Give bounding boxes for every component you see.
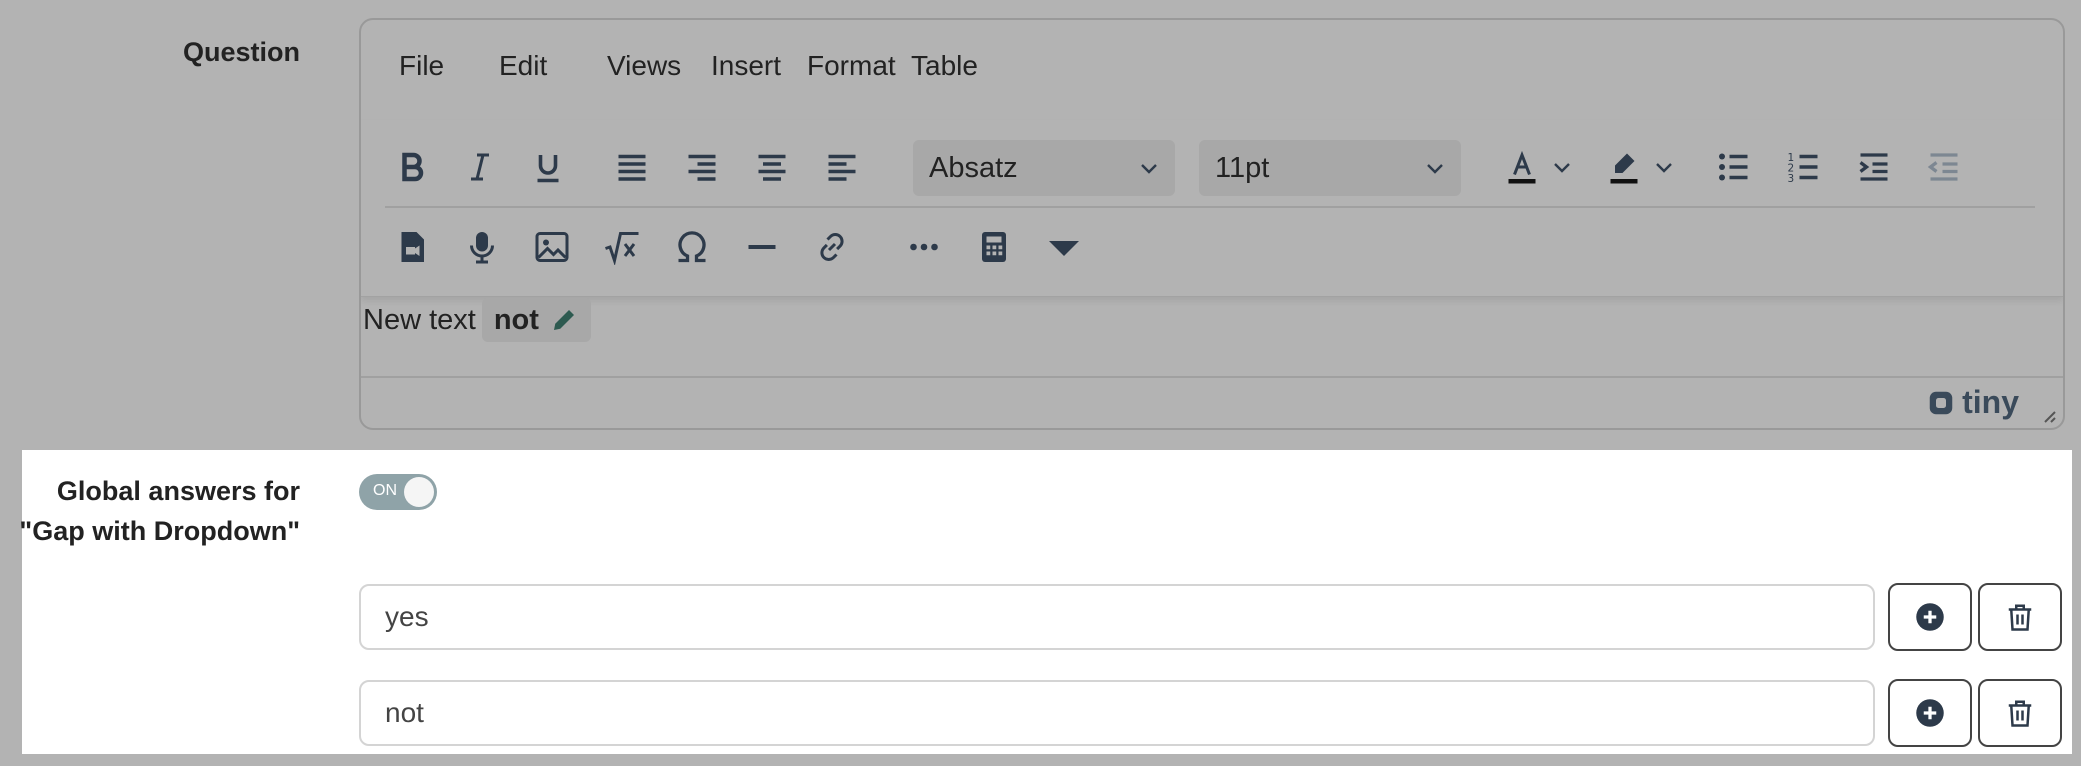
tiny-brand: tiny: [1962, 384, 2019, 420]
highlight-chevron-icon[interactable]: [1647, 140, 1681, 194]
align-justify-icon[interactable]: [605, 140, 659, 194]
editor-menubar: File Edit Views Insert Format Table: [361, 20, 2063, 120]
numbered-list-icon[interactable]: 123: [1777, 140, 1831, 194]
toggle-knob: [404, 477, 434, 507]
trash-icon: [2008, 700, 2032, 727]
toolbar-row-formatting: Absatz 11pt 123: [385, 120, 2035, 208]
block-format-value: Absatz: [929, 151, 1018, 184]
indent-icon[interactable]: [1847, 140, 1901, 194]
tiny-logo[interactable]: tiny: [1926, 384, 2019, 421]
underline-icon[interactable]: [521, 140, 575, 194]
omega-icon[interactable]: [665, 220, 719, 274]
font-size-value: 11pt: [1215, 151, 1270, 184]
answer-input-1[interactable]: [359, 584, 1875, 650]
highlight-color-icon[interactable]: [1597, 140, 1651, 194]
menu-insert[interactable]: Insert: [711, 50, 781, 82]
bold-icon[interactable]: [385, 140, 439, 194]
italic-icon[interactable]: [453, 140, 507, 194]
toggle-label: ON: [373, 482, 397, 499]
tiny-logo-icon: [1929, 391, 1953, 414]
block-format-select[interactable]: Absatz: [913, 140, 1175, 196]
answer-input-2[interactable]: [359, 680, 1875, 746]
dropdown-gap-icon[interactable]: [1037, 220, 1091, 274]
gap-chip-label: not: [493, 304, 539, 336]
editor-statusbar: tiny: [361, 376, 2063, 428]
editor-toolbar: Absatz 11pt 123: [361, 120, 2063, 297]
link-icon[interactable]: [805, 220, 859, 274]
more-icon[interactable]: [897, 220, 951, 274]
menu-file[interactable]: File: [399, 50, 444, 82]
plus-circle-icon: [1916, 603, 1944, 631]
menu-edit[interactable]: Edit: [499, 50, 547, 82]
delete-answer-button-2[interactable]: [1978, 679, 2062, 747]
toolbar-row-insert: [385, 208, 2035, 286]
horizontal-rule-icon[interactable]: [735, 220, 789, 274]
add-answer-button-1[interactable]: [1888, 583, 1972, 651]
align-right-icon[interactable]: [675, 140, 729, 194]
text-color-chevron-icon[interactable]: [1545, 140, 1579, 194]
global-answers-toggle[interactable]: ON: [359, 474, 437, 510]
menu-views[interactable]: Views: [607, 50, 681, 82]
pencil-icon: [553, 310, 574, 330]
outdent-icon[interactable]: [1917, 140, 1971, 194]
global-answers-label: Global answers for "Gap with Dropdown": [0, 471, 300, 551]
align-center-icon[interactable]: [745, 140, 799, 194]
media-file-icon[interactable]: [385, 220, 439, 274]
editor-content-text: New text not: [363, 298, 591, 342]
content-text: New text: [363, 304, 476, 336]
svg-text:3: 3: [1788, 173, 1795, 185]
global-answers-label-line2: "Gap with Dropdown": [19, 516, 300, 546]
plus-circle-icon: [1916, 699, 1944, 727]
microphone-icon[interactable]: [455, 220, 509, 274]
bullet-list-icon[interactable]: [1707, 140, 1761, 194]
chevron-down-icon: [1427, 164, 1443, 174]
font-size-select[interactable]: 11pt: [1199, 140, 1461, 196]
image-icon[interactable]: [525, 220, 579, 274]
global-answers-label-line1: Global answers for: [56, 476, 300, 506]
menu-format[interactable]: Format: [807, 50, 896, 82]
question-label: Question: [182, 37, 300, 67]
formula-icon[interactable]: [595, 220, 649, 274]
trash-icon: [2008, 604, 2032, 631]
chevron-down-icon: [1141, 164, 1157, 174]
resize-handle-icon[interactable]: [2037, 404, 2057, 424]
add-answer-button-2[interactable]: [1888, 679, 1972, 747]
rich-text-editor: File Edit Views Insert Format Table Absa…: [359, 18, 2065, 430]
menu-table[interactable]: Table: [911, 50, 978, 82]
align-left-icon[interactable]: [815, 140, 869, 194]
delete-answer-button-1[interactable]: [1978, 583, 2062, 651]
calculator-icon[interactable]: [967, 220, 1021, 274]
text-color-icon[interactable]: [1495, 140, 1549, 194]
gap-chip[interactable]: not: [481, 298, 591, 342]
